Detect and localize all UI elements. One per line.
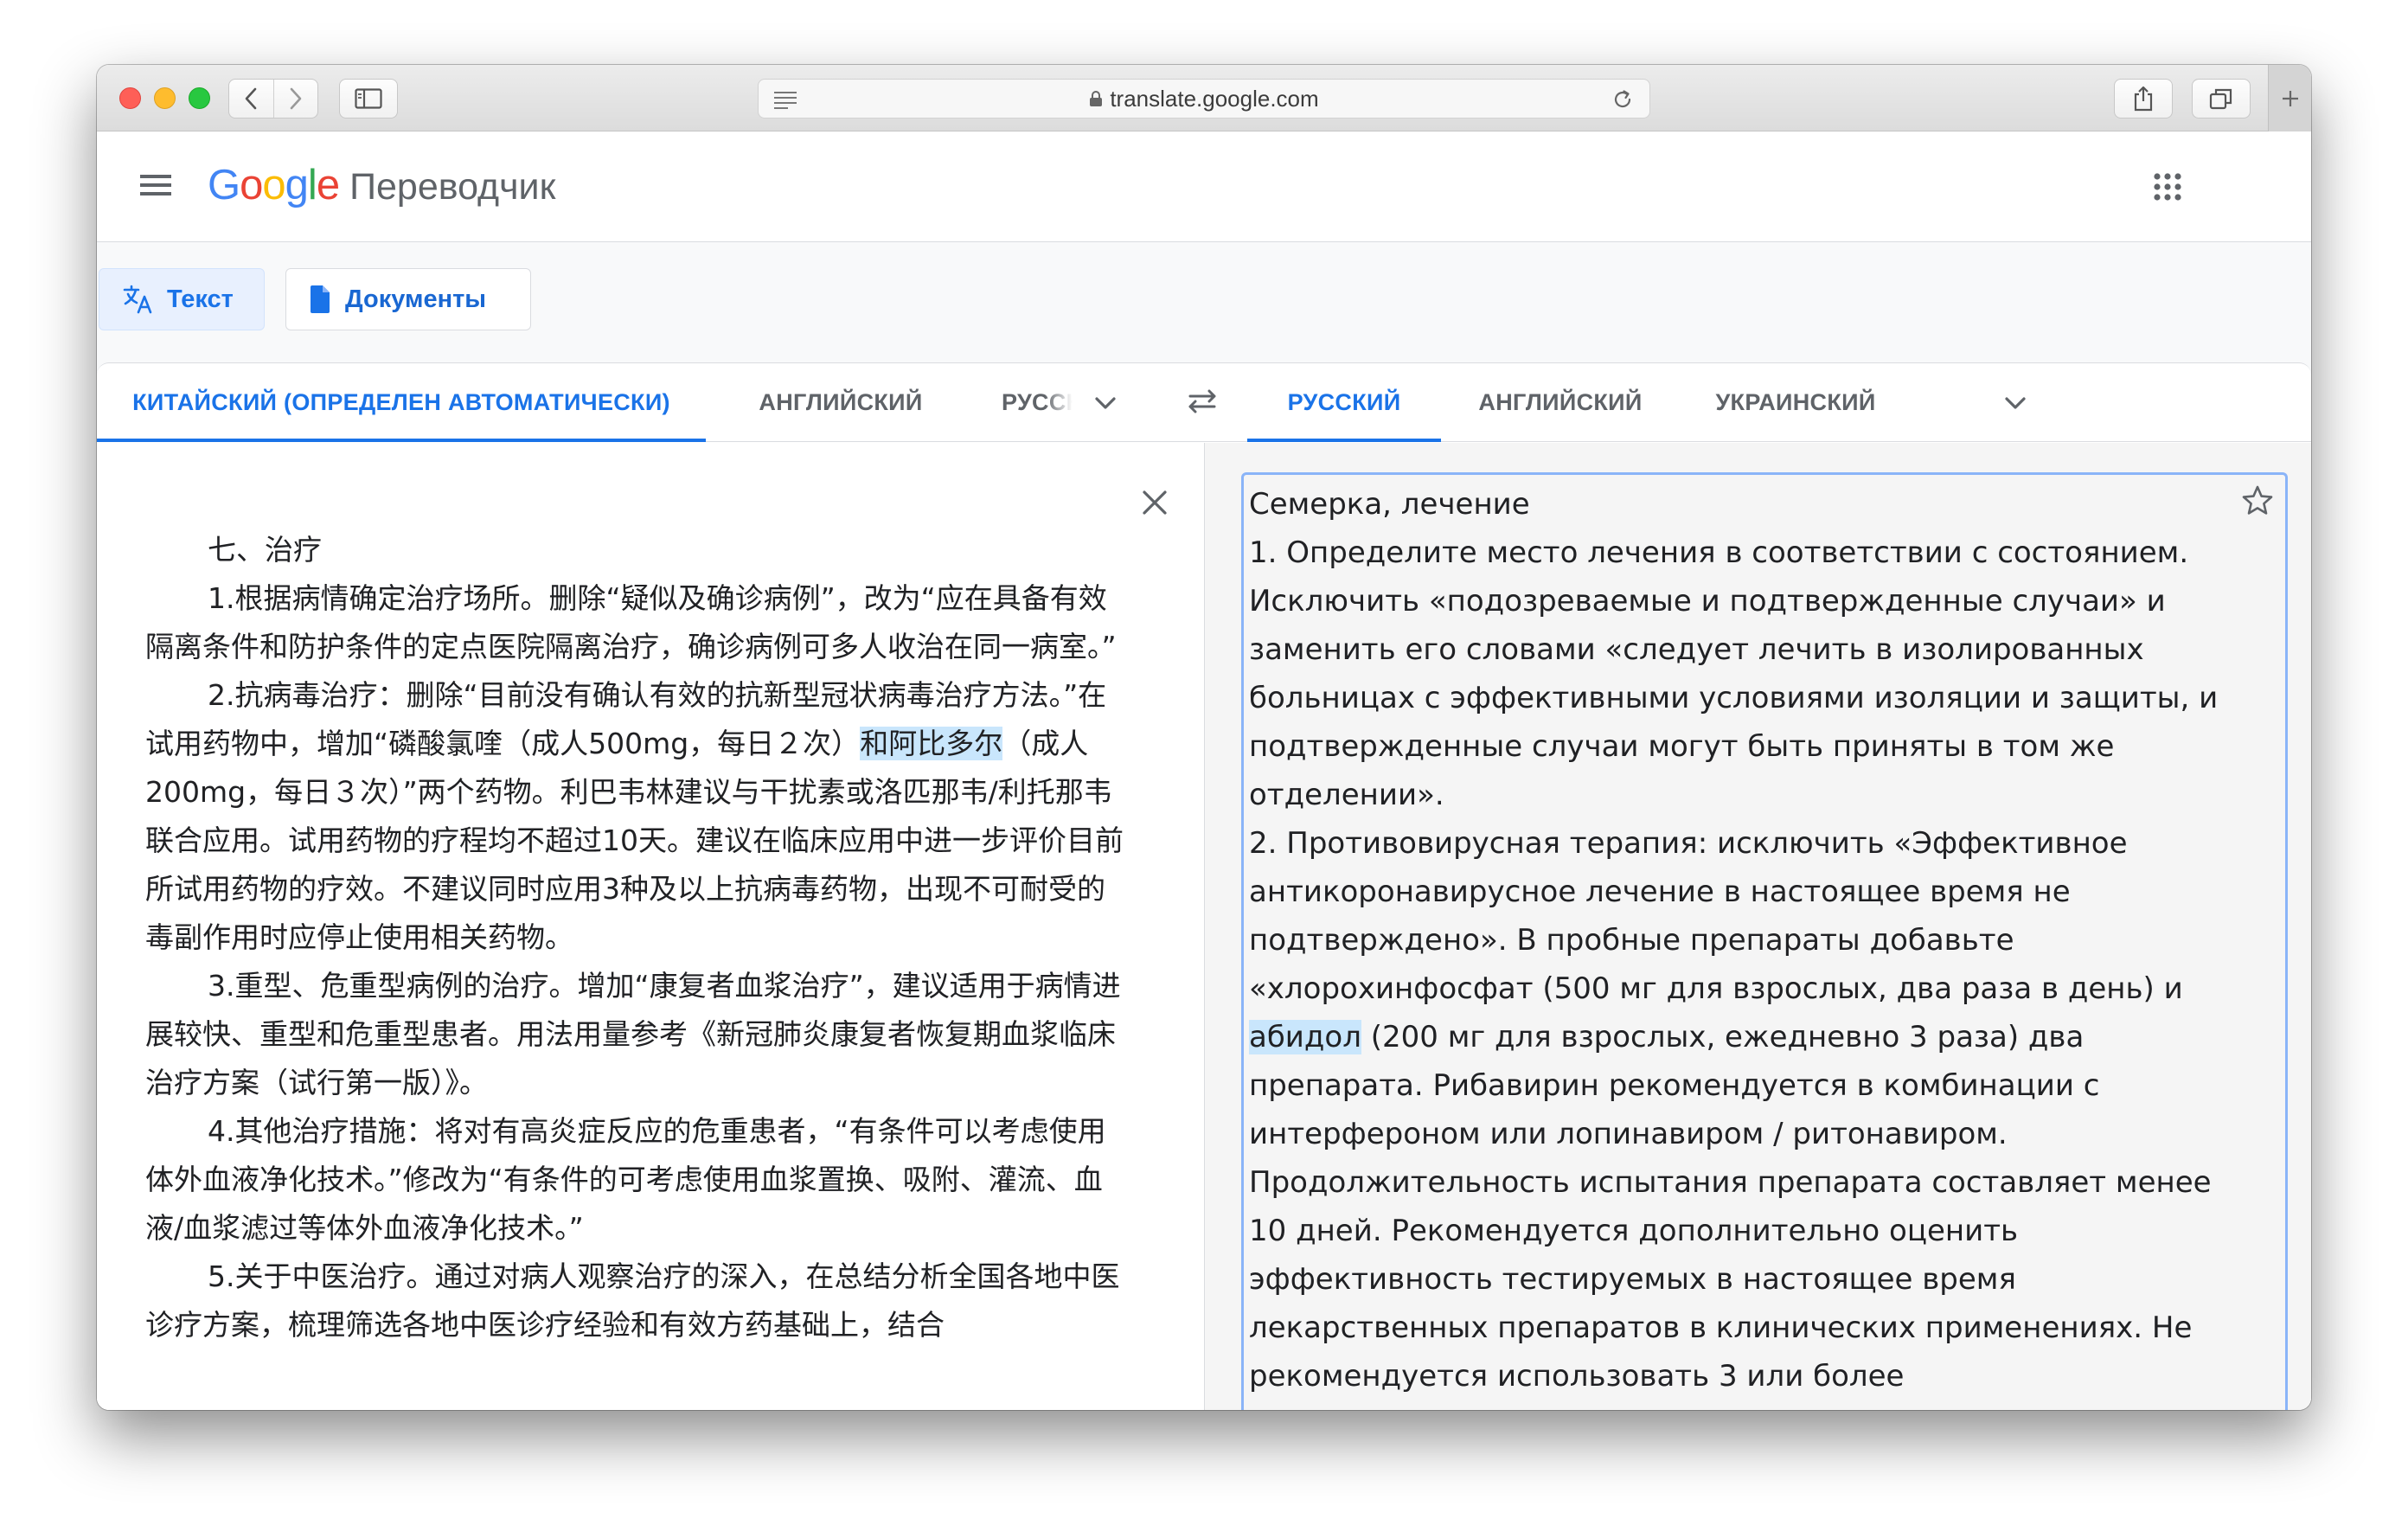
lock-icon: [1090, 91, 1103, 106]
source-heading: 七、治疗: [208, 533, 322, 567]
source-lang-english-tab[interactable]: АНГЛИЙСКИЙ: [747, 363, 934, 442]
google-apps-icon[interactable]: [2154, 173, 2181, 201]
url-display: translate.google.com: [759, 80, 1649, 118]
chevron-down-icon[interactable]: [1088, 386, 1123, 420]
browser-toolbar: translate.google.com: [97, 65, 2311, 131]
zoom-window-button[interactable]: [189, 87, 210, 109]
translation-paragraph: 2. Противовирусная терапия: исключить «Э…: [1249, 819, 2235, 1400]
documents-mode-button[interactable]: Документы: [285, 268, 531, 330]
target-lang-ukrainian-tab[interactable]: УКРАИНСКИЙ: [1681, 363, 1910, 442]
translate-icon: [123, 285, 152, 314]
back-button[interactable]: [229, 80, 273, 118]
target-lang-english-tab[interactable]: АНГЛИЙСКИЙ: [1460, 363, 1661, 442]
share-icon: [2134, 86, 2153, 112]
minimize-window-button[interactable]: [154, 87, 176, 109]
chevron-down-icon[interactable]: [1998, 386, 2033, 420]
source-highlight: 和阿比多尔: [860, 727, 1003, 760]
logo-letter: o: [240, 162, 263, 208]
source-paragraph: 1.根据病情确定治疗场所。删除“疑似及确诊病例”，改为“应在具备有效隔离条件和防…: [145, 581, 1117, 663]
scroll-fade: [97, 1376, 1204, 1410]
logo-letter: g: [285, 162, 309, 208]
source-lang-auto-tab[interactable]: КИТАЙСКИЙ (ОПРЕДЕЛЕН АВТОМАТИЧЕСКИ): [97, 363, 706, 442]
translation-highlight: абидол: [1249, 1020, 1361, 1054]
browser-window: translate.google.com Google Переводчик Т…: [97, 65, 2311, 1410]
close-window-button[interactable]: [119, 87, 141, 109]
translation-heading: Семерка, лечение: [1249, 487, 1530, 522]
translation-text: Семерка, лечение 1. Определите место леч…: [1249, 480, 2235, 1400]
translation-paragraph: 1. Определите место лечения в соответств…: [1249, 535, 2219, 812]
star-icon[interactable]: [2240, 484, 2275, 518]
source-text-segment: （成人200mg，每日３次）”两个药物。利巴韦林建议与干扰素或洛匹那韦/利托那韦…: [145, 727, 1124, 954]
forward-button[interactable]: [272, 80, 317, 118]
logo-letter: l: [307, 162, 317, 208]
sidebar-toggle-button[interactable]: [339, 79, 398, 119]
logo-letter: e: [316, 162, 340, 208]
clear-text-icon[interactable]: [1140, 488, 1169, 517]
source-paragraph: 4.其他治疗措施：将对有高炎症反应的危重患者，“有条件可以考虑使用体外血液净化技…: [145, 1114, 1106, 1245]
source-lang-russian-tab[interactable]: РУССКИЙ: [979, 363, 1073, 442]
text-mode-button[interactable]: Текст: [99, 268, 265, 330]
app-header: Google Переводчик: [97, 131, 2311, 242]
document-icon: [311, 285, 330, 313]
url-text: translate.google.com: [1110, 85, 1319, 112]
text-mode-label: Текст: [167, 285, 234, 313]
target-lang-russian-tab[interactable]: РУССКИЙ: [1247, 363, 1441, 442]
translation-panel: Семерка, лечение 1. Определите место леч…: [1205, 443, 2311, 1410]
chevron-left-icon: [246, 87, 257, 110]
chevron-right-icon: [290, 87, 302, 110]
language-bar: КИТАЙСКИЙ (ОПРЕДЕЛЕН АВТОМАТИЧЕСКИ) АНГЛ…: [97, 363, 2311, 442]
source-paragraph: 5.关于中医治疗。通过对病人观察治疗的深入，在总结分析全国各地中医诊疗方案，梳理…: [145, 1259, 1120, 1342]
logo-letter: o: [262, 162, 285, 208]
tab-overview-icon: [2209, 88, 2232, 110]
translation-text-segment: 2. Противовирусная терапия: исключить «Э…: [1249, 826, 2183, 1006]
main-menu-icon[interactable]: [140, 173, 171, 197]
source-text-input[interactable]: 七、治疗 1.根据病情确定治疗场所。删除“疑似及确诊病例”，改为“应在具备有效隔…: [145, 526, 1131, 1349]
translation-text-segment: (200 мг для взрослых, ежедневно 3 раза) …: [1249, 1020, 2212, 1394]
tab-overview-button[interactable]: [2192, 79, 2251, 119]
share-button[interactable]: [2114, 79, 2173, 119]
history-nav: [228, 79, 318, 119]
product-name: Переводчик: [349, 166, 556, 208]
google-translate-logo[interactable]: Google Переводчик: [208, 161, 555, 209]
reload-icon[interactable]: [1611, 88, 1634, 111]
plus-icon: [2282, 90, 2298, 106]
logo-letter: G: [208, 162, 240, 208]
new-tab-button[interactable]: [2268, 65, 2311, 131]
address-bar[interactable]: translate.google.com: [758, 79, 1650, 119]
source-paragraph: 2.抗病毒治疗：删除“目前没有确认有效的抗新型冠状病毒治疗方法。”在试用药物中，…: [145, 671, 1131, 962]
source-paragraph: 3.重型、危重型病例的治疗。增加“康复者血浆治疗”，建议适用于病情进展较快、重型…: [145, 969, 1121, 1099]
translation-output[interactable]: Семерка, лечение 1. Определите место леч…: [1241, 472, 2288, 1410]
source-text-panel[interactable]: 七、治疗 1.根据病情确定治疗场所。删除“疑似及确诊病例”，改为“应在具备有效隔…: [97, 443, 1204, 1410]
sidebar-icon: [355, 88, 382, 109]
documents-mode-label: Документы: [345, 285, 487, 313]
swap-languages-icon[interactable]: [1183, 382, 1221, 420]
translate-card: КИТАЙСКИЙ (ОПРЕДЕЛЕН АВТОМАТИЧЕСКИ) АНГЛ…: [97, 362, 2311, 1410]
